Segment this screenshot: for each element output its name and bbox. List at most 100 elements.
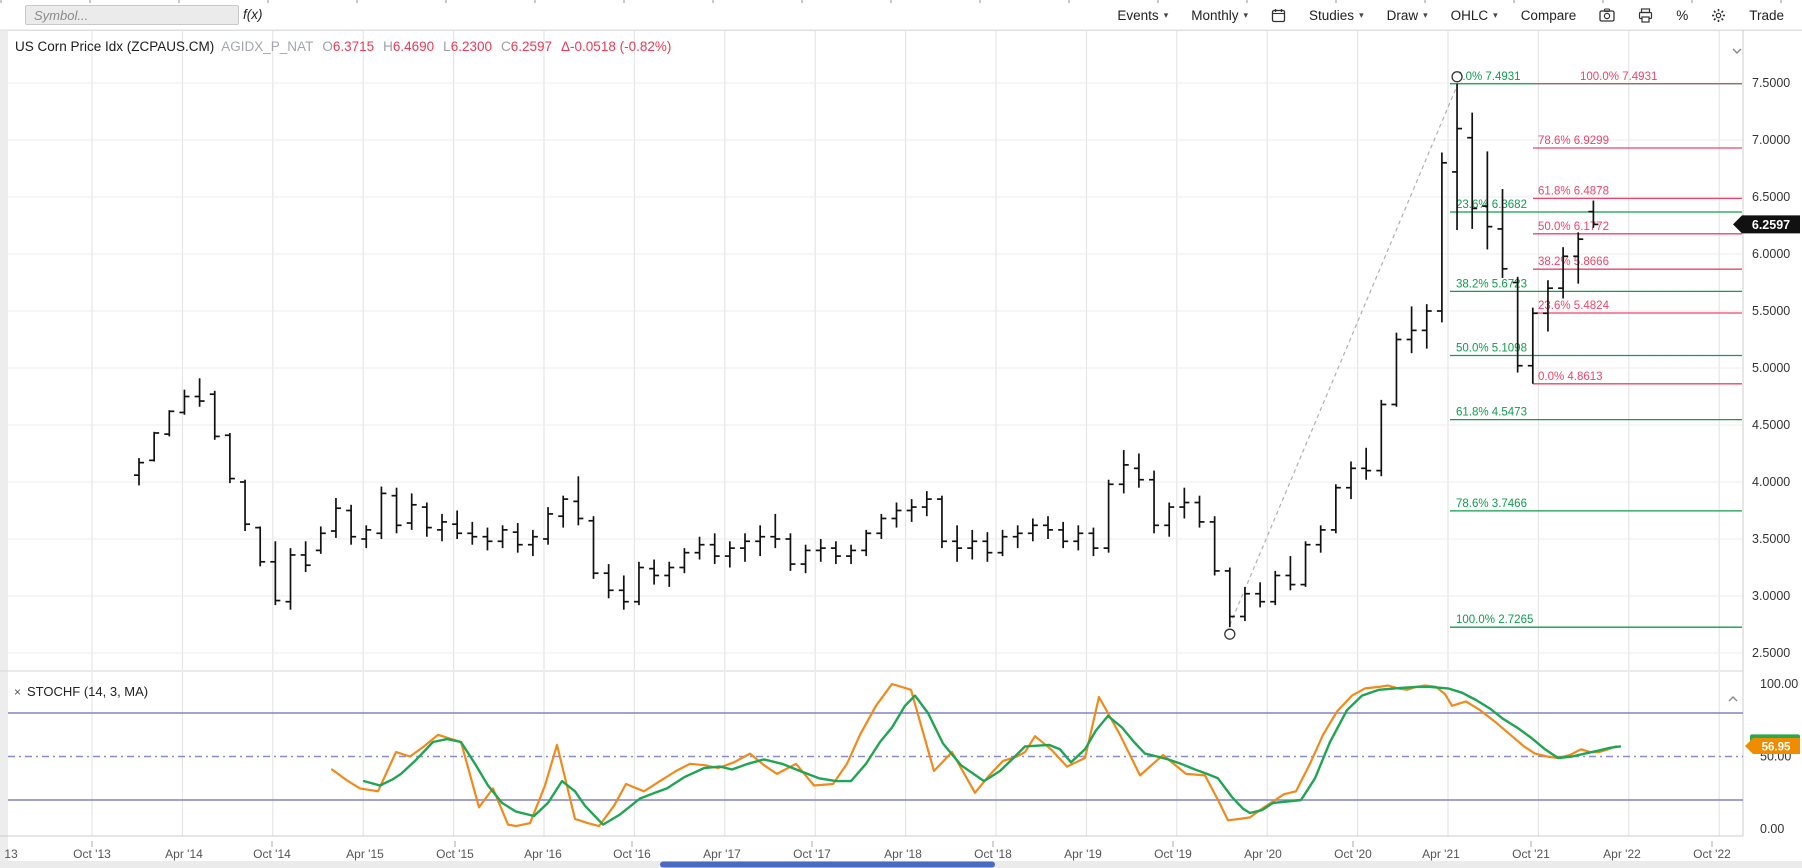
- fib-label-green: 0.0% 7.4931: [1456, 71, 1521, 83]
- ohlc-bar: [952, 525, 963, 562]
- ohlc-bar: [1133, 453, 1144, 488]
- change-value: Δ-0.0518 (-0.82%): [561, 39, 672, 54]
- ohlc-bar: [255, 526, 266, 567]
- low-label: L: [443, 39, 451, 54]
- fib-label-red: 61.8% 6.4878: [1538, 185, 1609, 197]
- ohlc-bar: [724, 541, 735, 568]
- ohlc-bar: [1436, 152, 1447, 323]
- price-axis-label: 5.5000: [1752, 304, 1790, 318]
- ohlc-bar: [1239, 586, 1250, 622]
- ohlc-bar: [315, 526, 326, 554]
- ohlc-bar: [603, 564, 614, 599]
- price-axis-label: 2.5000: [1752, 646, 1790, 660]
- time-axis-label: Oct '21: [1512, 847, 1550, 861]
- ohlc-bar: [179, 389, 190, 415]
- time-axis-label: Apr '14: [165, 847, 203, 861]
- fib-label-green: 100.0% 2.7265: [1456, 614, 1533, 626]
- price-axis-label: 3.0000: [1752, 589, 1790, 603]
- ohlc-bar: [906, 499, 917, 522]
- ohlc-bar: [815, 539, 826, 562]
- time-axis-label: Apr '18: [884, 847, 922, 861]
- time-axis-label: Apr '19: [1064, 847, 1102, 861]
- time-axis-label: Apr '16: [524, 847, 562, 861]
- ohlc-bar: [967, 529, 978, 560]
- open-value: 6.3715: [332, 39, 375, 54]
- high-value: 6.4690: [392, 39, 435, 54]
- scrollbar-thumb[interactable]: [660, 861, 995, 868]
- ohlc-bar: [1391, 332, 1402, 407]
- ohlc-bar: [770, 513, 781, 549]
- close-icon[interactable]: ×: [14, 685, 21, 699]
- time-axis-label: Oct '14: [253, 847, 291, 861]
- ohlc-bar: [527, 529, 538, 557]
- ohlc-bar: [800, 544, 811, 574]
- ohlc-bar: [224, 432, 235, 484]
- ohlc-bar: [1330, 484, 1341, 534]
- ohlc-bar: [649, 559, 660, 585]
- ohlc-bar: [376, 486, 387, 539]
- time-axis-label: Oct '16: [613, 847, 651, 861]
- stoch-ma-line: [362, 685, 1622, 826]
- time-axis-label: Oct '19: [1154, 847, 1192, 861]
- ohlc-bar: [1149, 470, 1160, 534]
- ohlc-bar: [1058, 521, 1069, 549]
- ohlc-bar: [1118, 450, 1129, 494]
- ohlc-bar: [1285, 556, 1296, 591]
- time-axis-label: Oct '22: [1693, 847, 1731, 861]
- trendline[interactable]: [1229, 85, 1458, 626]
- time-axis-label: Oct '20: [1334, 847, 1372, 861]
- main-panel-collapse-chevron-down-icon[interactable]: [1731, 42, 1743, 60]
- stoch-scale-label: 100.00: [1760, 677, 1798, 691]
- time-axis-label: 13: [4, 847, 18, 861]
- stoch-scale-label: 0.00: [1760, 822, 1784, 836]
- ohlc-bar: [467, 521, 478, 545]
- ohlc-bar: [1073, 525, 1084, 551]
- time-axis-label: Apr '20: [1244, 847, 1282, 861]
- close-label: C: [500, 39, 511, 54]
- time-axis-label: Oct '13: [73, 847, 111, 861]
- high-label: H: [383, 39, 393, 54]
- ohlc-bar: [1103, 479, 1114, 553]
- ohlc-bar: [588, 516, 599, 579]
- time-axis-label: Oct '18: [974, 847, 1012, 861]
- swing-high-marker[interactable]: [1451, 71, 1463, 83]
- ohlc-bar: [618, 575, 629, 610]
- swing-low-marker[interactable]: [1224, 628, 1236, 640]
- ohlc-bar: [1361, 447, 1372, 480]
- ohlc-bar: [876, 513, 887, 539]
- series-id: AGIDX_P_NAT: [221, 39, 314, 54]
- ohlc-bar: [936, 495, 947, 549]
- ohlc-bar: [830, 541, 841, 565]
- fib-label-green: 23.6% 6.3682: [1456, 199, 1527, 211]
- ohlc-bar: [982, 532, 993, 562]
- ohlc-bar: [512, 523, 523, 553]
- ohlc-bar: [891, 502, 902, 528]
- fib-label-red: 100.0% 7.4931: [1580, 71, 1657, 83]
- fib-label-red: 50.0% 6.1772: [1538, 221, 1609, 233]
- ohlc-bar: [437, 513, 447, 542]
- stoch-panel-collapse-chevron-up-icon[interactable]: [1727, 690, 1739, 708]
- ohlc-bar: [1406, 306, 1417, 354]
- price-axis-label: 5.0000: [1752, 361, 1790, 375]
- close-value: 6.2597: [510, 39, 553, 54]
- stoch-indicator-label[interactable]: STOCHF (14, 3, MA): [27, 684, 148, 699]
- ohlc-bar: [1012, 525, 1023, 549]
- left-gutter: [0, 30, 8, 862]
- fib-label-red: 0.0% 4.8613: [1538, 371, 1603, 383]
- ohlc-bar: [740, 533, 750, 562]
- ohlc-bar: [1300, 541, 1311, 587]
- ohlc-bar: [300, 541, 311, 573]
- ohlc-bar: [558, 495, 569, 528]
- ohlc-bar: [679, 548, 690, 574]
- ohlc-bar: [921, 491, 932, 517]
- ohlc-bar: [134, 458, 144, 486]
- ohlc-bar: [694, 536, 705, 560]
- ohlc-bar: [194, 378, 205, 407]
- ohlc-bar: [1346, 461, 1356, 500]
- price-axis-label: 6.0000: [1752, 247, 1790, 261]
- fib-label-green: 38.2% 5.6723: [1456, 278, 1527, 290]
- charting-app: f(x) Events▾ Monthly▾ Studies▾ Draw▾ OHL…: [0, 0, 1802, 868]
- time-axis-label: Oct '17: [793, 847, 831, 861]
- ohlc-bar: [664, 561, 675, 587]
- chart-canvas[interactable]: 7.5000 7.0000 6.5000 6.0000 5.5000 5.0000 4.50…: [0, 0, 1802, 868]
